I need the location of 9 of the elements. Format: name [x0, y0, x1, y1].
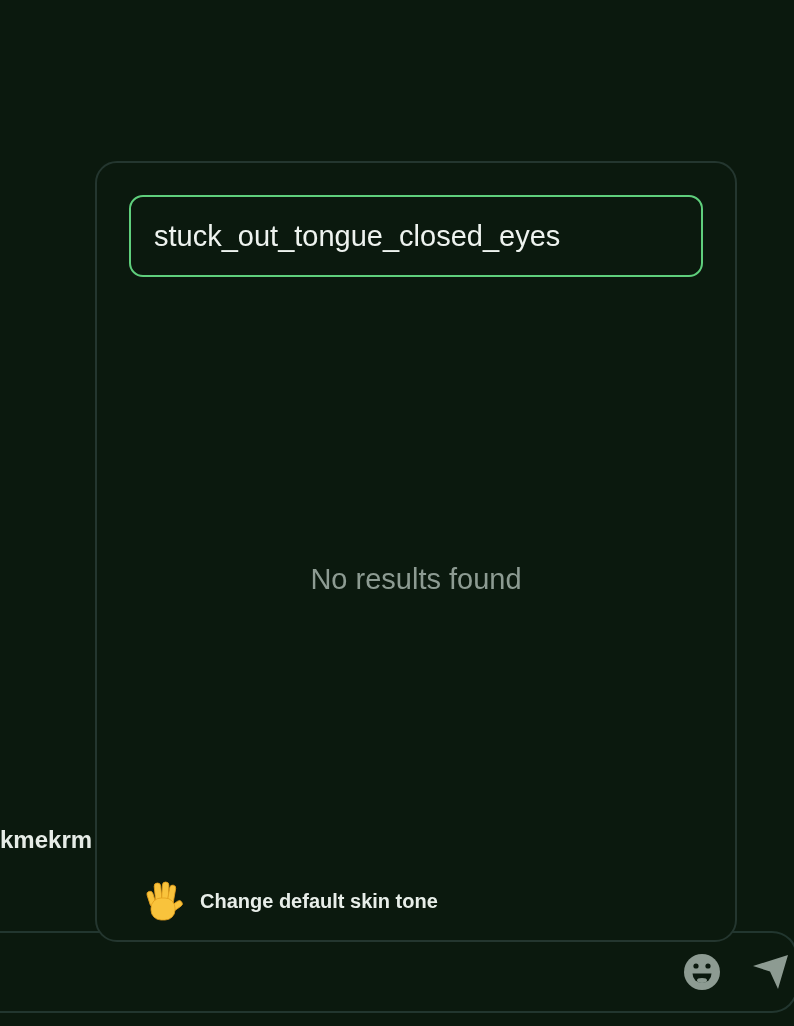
- search-field[interactable]: stuck_out_tongue_closed_eyes: [129, 195, 703, 277]
- no-results-text: No results found: [310, 562, 522, 596]
- emoji-button[interactable]: [684, 954, 720, 990]
- hand-icon: [145, 881, 185, 921]
- send-icon: [753, 955, 788, 989]
- smiley-icon: [684, 954, 720, 990]
- skin-tone-button[interactable]: Change default skin tone: [145, 881, 438, 921]
- send-button[interactable]: [753, 955, 788, 989]
- sender-name: kmekrm: [0, 825, 93, 855]
